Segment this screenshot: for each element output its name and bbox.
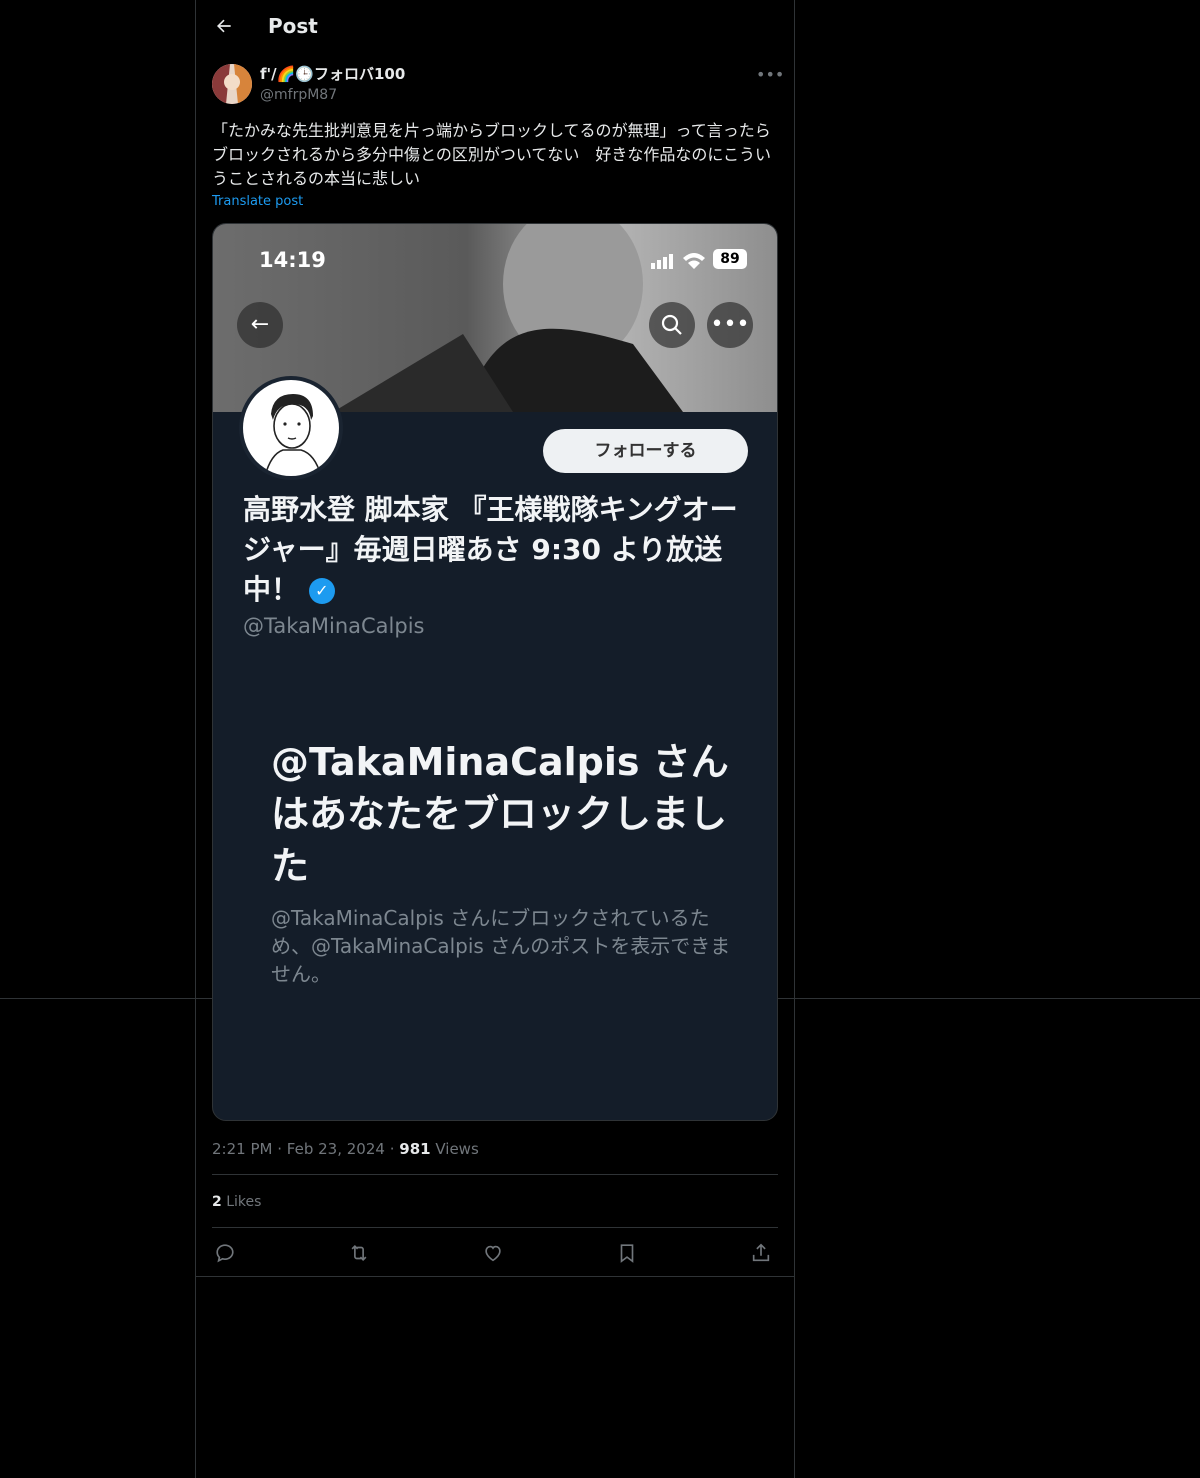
post-time[interactable]: 2:21 PM	[212, 1140, 272, 1158]
arrow-left-icon[interactable]	[210, 12, 238, 40]
likes-link[interactable]: 2 Likes	[212, 1192, 261, 1212]
profile-handle: @TakaMinaCalpis	[243, 614, 425, 638]
profile-name: 高野水登 脚本家 『王様戦隊キングオージャー』毎週日曜あさ 9:30 より放送中…	[243, 493, 738, 606]
follow-button: フォローする	[543, 429, 748, 473]
post-image[interactable]: 14:19 89 ← ••• フォローする 高野水登 脚本家 『王様戦隊キングオ…	[212, 223, 778, 1121]
post-date[interactable]: Feb 23, 2024	[287, 1140, 385, 1158]
meta-separator: ·	[389, 1140, 395, 1158]
views-label: Views	[435, 1140, 479, 1158]
blocked-title: @TakaMinaCalpis さんはあなたをブロックしました	[271, 740, 729, 888]
repost-icon[interactable]	[346, 1240, 372, 1266]
more-horizontal-icon: •••	[707, 302, 753, 348]
author-display-name[interactable]: f'/🌈🕒フォロバ100	[260, 64, 405, 84]
author-handle[interactable]: @mfrpM87	[260, 86, 337, 104]
profile-avatar	[239, 376, 343, 480]
share-icon[interactable]	[748, 1240, 774, 1266]
divider	[212, 1174, 778, 1175]
avatar[interactable]	[212, 64, 252, 104]
search-icon	[649, 302, 695, 348]
phone-status-time: 14:19	[259, 248, 326, 272]
divider	[212, 1227, 778, 1228]
bookmark-icon[interactable]	[614, 1240, 640, 1266]
likes-count: 2	[212, 1194, 222, 1210]
views-count: 981	[399, 1140, 431, 1158]
more-horizontal-icon[interactable]: •••	[756, 64, 784, 86]
post-meta: 2:21 PM · Feb 23, 2024 · 981 Views	[212, 1138, 479, 1160]
post-column: Post f'/🌈🕒フォロバ100 @mfrpM87 ••• 「たかみな先生批判…	[195, 0, 795, 1478]
divider	[196, 1276, 794, 1277]
verified-badge-icon: ✓	[308, 578, 335, 604]
arrow-left-icon: ←	[237, 302, 283, 348]
meta-separator: ·	[277, 1140, 283, 1158]
page-header: Post	[196, 0, 794, 53]
action-bar	[212, 1240, 778, 1266]
reply-icon[interactable]	[212, 1240, 238, 1266]
page-title: Post	[268, 14, 318, 38]
translate-post-link[interactable]: Translate post	[212, 194, 303, 209]
heart-icon[interactable]	[480, 1240, 506, 1266]
battery-indicator: 89	[713, 249, 747, 269]
post-text: 「たかみな先生批判意見を片っ端からブロックしてるのが無理」って言ったらブロックさ…	[212, 121, 772, 188]
likes-label: Likes	[226, 1194, 262, 1210]
blocked-description: @TakaMinaCalpis さんにブロックされているため、@TakaMina…	[271, 906, 731, 986]
